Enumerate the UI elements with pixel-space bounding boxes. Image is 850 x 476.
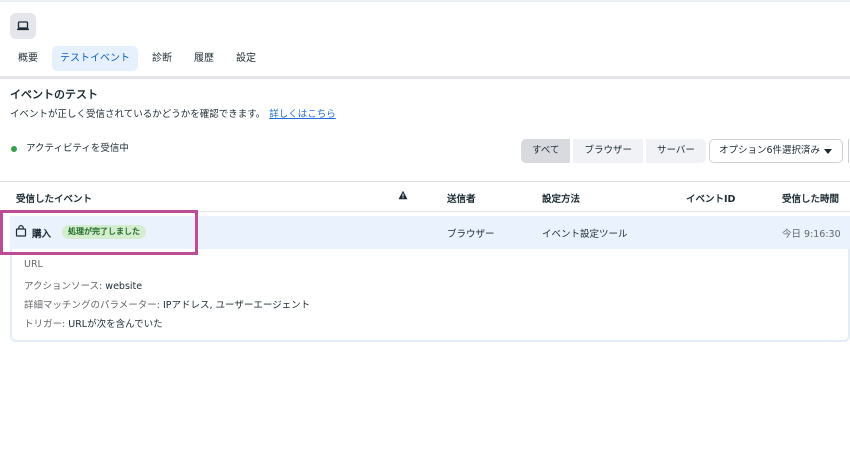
filter-all-button[interactable]: すべて	[521, 139, 571, 163]
received-time-cell: 今日 9:16:30	[782, 229, 841, 240]
table-divider	[0, 181, 850, 182]
section-description: イベントが正しく受信されているかどうかを確認できます。 詳しくはこちら	[10, 106, 336, 120]
detail-trigger: トリガー: URLが次を含んでいた	[24, 316, 163, 330]
detail-label: トリガー:	[24, 319, 66, 330]
highlight-annotation	[0, 210, 198, 255]
top-border	[0, 0, 850, 2]
laptop-icon	[10, 13, 36, 39]
tab-test-events[interactable]: テストイベント	[52, 45, 138, 71]
tab-bar: 概要 テストイベント 診断 履歴 設定	[10, 45, 270, 71]
detail-matching: 詳細マッチングのパラメーター: IPアドレス, ユーザーエージェント	[24, 297, 310, 311]
filter-browser-button[interactable]: ブラウザー	[573, 139, 643, 163]
detail-value: URLが次を含んでいた	[68, 319, 163, 330]
description-text: イベントが正しく受信されているかどうかを確認できます。	[10, 109, 266, 120]
tab-diagnostics[interactable]: 診断	[144, 46, 180, 71]
status-dot-icon	[11, 146, 17, 152]
detail-action-source: アクションソース: website	[24, 278, 142, 292]
warning-icon	[398, 190, 408, 200]
options-label: オプション6件選択済み	[719, 145, 821, 156]
detail-url: URL	[24, 259, 43, 270]
learn-more-link[interactable]: 詳しくはこちら	[269, 109, 336, 120]
header-method: 設定方法	[542, 194, 581, 205]
status-text: アクティビティを受信中	[26, 143, 129, 154]
section-title: イベントのテスト	[10, 88, 98, 101]
sender-cell: ブラウザー	[447, 229, 495, 240]
header-sender: 送信者	[447, 194, 476, 205]
tab-overview[interactable]: 概要	[10, 46, 46, 71]
tab-history[interactable]: 履歴	[186, 46, 222, 71]
tab-settings[interactable]: 設定	[228, 46, 264, 71]
activity-status: アクティビティを受信中	[11, 140, 129, 154]
detail-label: アクションソース:	[24, 281, 103, 292]
header-event: 受信したイベント	[16, 194, 93, 205]
filter-server-button[interactable]: サーバー	[645, 139, 706, 163]
options-dropdown[interactable]: オプション6件選択済み	[709, 139, 843, 163]
divider	[0, 76, 850, 79]
detail-value: IPアドレス, ユーザーエージェント	[162, 300, 311, 311]
caret-down-icon	[824, 149, 832, 154]
detail-label: 詳細マッチングのパラメーター:	[24, 300, 160, 311]
detail-value: website	[105, 281, 143, 292]
header-received-time: 受信した時間	[782, 194, 840, 205]
header-event-id: イベントID	[686, 194, 736, 205]
method-cell: イベント設定ツール	[542, 229, 628, 240]
source-filter: すべて ブラウザー サーバー	[521, 139, 709, 163]
